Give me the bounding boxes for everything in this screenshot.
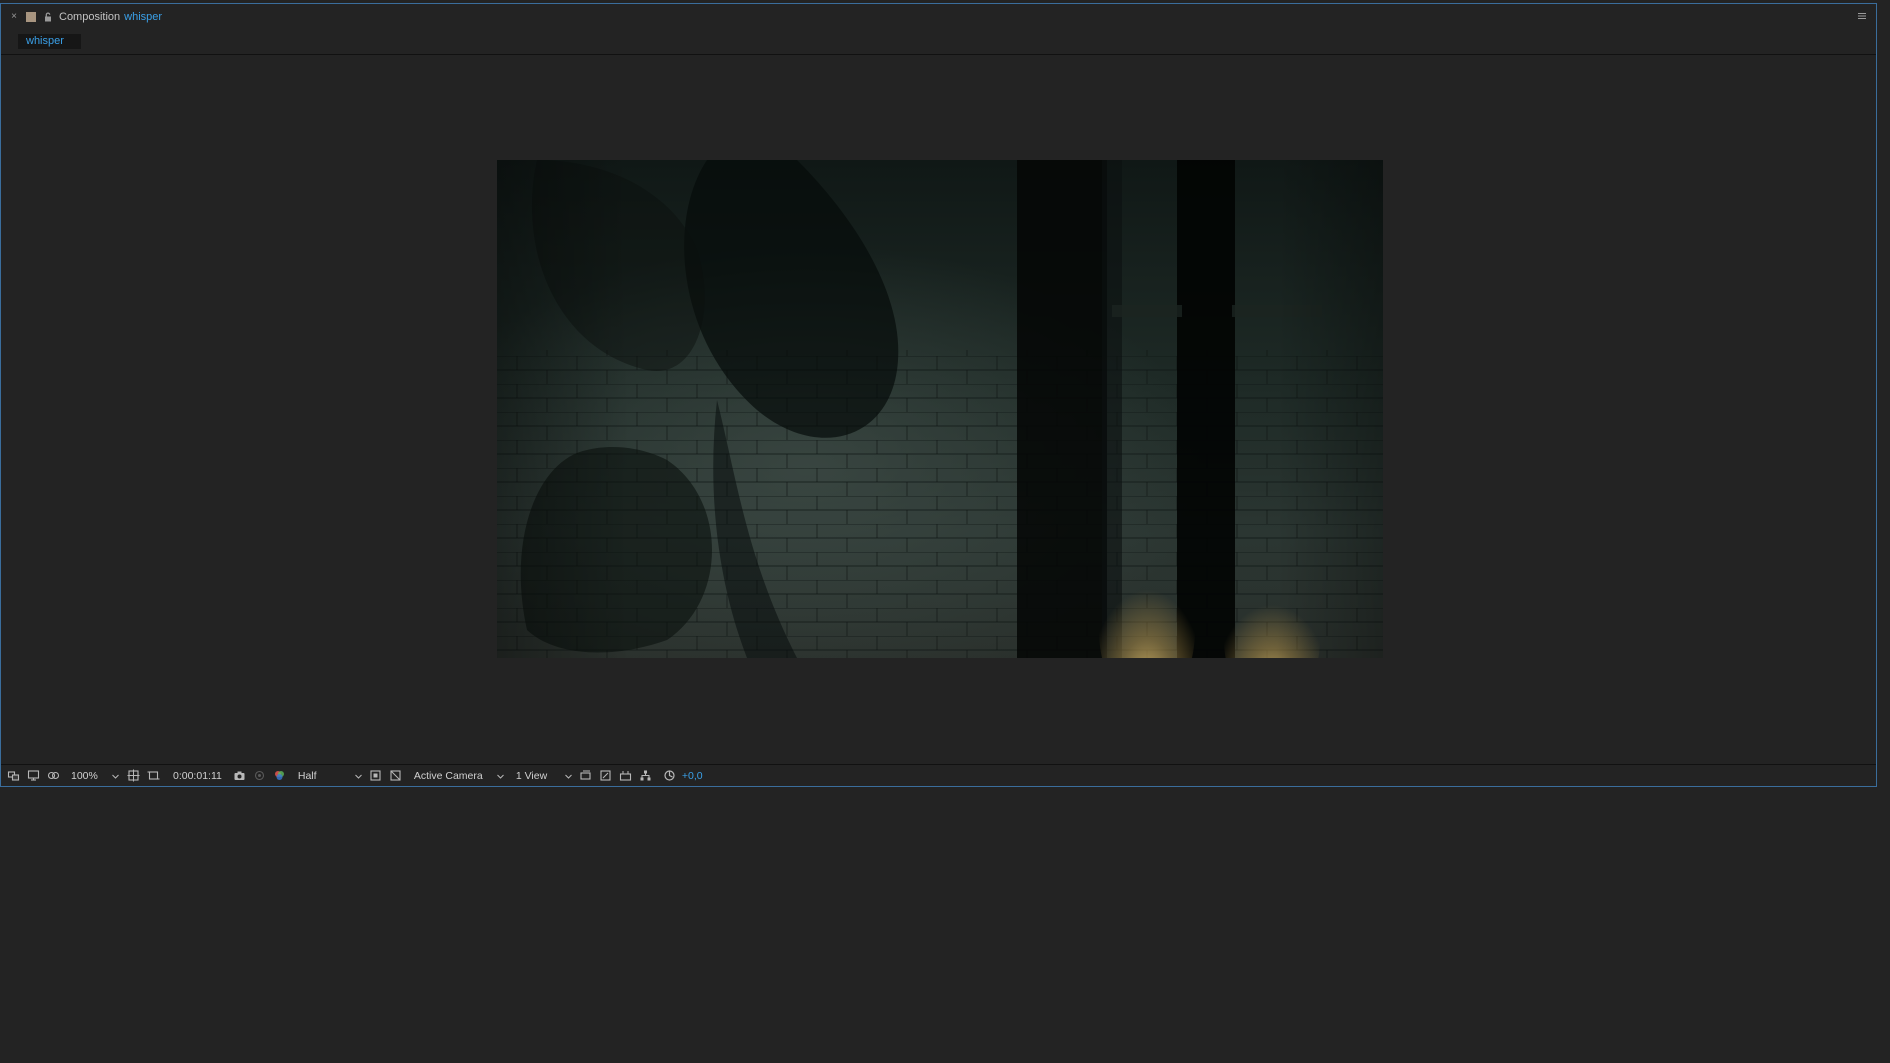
frame-image xyxy=(497,160,1383,658)
color-channel-icon[interactable] xyxy=(272,768,288,784)
tab-whisper[interactable]: whisper xyxy=(18,34,81,49)
reset-exposure-icon[interactable] xyxy=(662,768,678,784)
resolution-dropdown[interactable]: Half xyxy=(294,768,364,784)
view-layout-value: 1 View xyxy=(515,769,548,782)
draft-3d-icon[interactable] xyxy=(598,768,614,784)
monitor-icon[interactable] xyxy=(25,768,41,784)
choose-grid-icon[interactable] xyxy=(125,768,141,784)
composition-tab-bar: whisper xyxy=(1,30,1876,55)
fast-previews-icon[interactable] xyxy=(368,768,384,784)
show-snapshot-icon[interactable] xyxy=(252,768,268,784)
viewer-toolbar: 100% 0:00:01:11 Half Active Camera 1 Vie… xyxy=(1,764,1876,786)
hamburger-icon[interactable] xyxy=(1856,10,1868,22)
panel-title-label: Composition xyxy=(59,10,121,23)
flowchart-icon[interactable] xyxy=(638,768,654,784)
chevron-down-icon xyxy=(355,774,362,779)
label-color-swatch[interactable] xyxy=(26,11,36,22)
snapshot-icon[interactable] xyxy=(232,768,248,784)
composition-panel: × Composition whisper whisper 100% 0:00:… xyxy=(0,3,1877,787)
panel-comp-name[interactable]: whisper xyxy=(124,11,162,23)
empty-panel-area xyxy=(0,788,1890,1063)
composition-viewer[interactable] xyxy=(1,55,1876,766)
chevron-down-icon xyxy=(497,774,504,779)
app-window: × Composition whisper whisper 100% 0:00:… xyxy=(0,0,1890,1063)
exposure-value[interactable]: +0,0 xyxy=(682,770,703,782)
chevron-down-icon xyxy=(565,774,572,779)
timeline-icon[interactable] xyxy=(618,768,634,784)
magnification-value: 100% xyxy=(71,769,98,782)
composition-frame-preview[interactable] xyxy=(497,160,1383,658)
resolution-value: Half xyxy=(297,769,317,782)
lock-icon[interactable] xyxy=(42,11,54,23)
close-panel-button[interactable]: × xyxy=(7,11,21,22)
panel-header: × Composition whisper xyxy=(1,4,1876,29)
3d-view-icon[interactable] xyxy=(578,768,594,784)
mask-visibility-icon[interactable] xyxy=(45,768,61,784)
magnification-dropdown[interactable]: 100% xyxy=(67,768,121,784)
camera-view-dropdown[interactable]: Active Camera xyxy=(410,768,506,784)
camera-view-value: Active Camera xyxy=(413,769,483,782)
current-time-display[interactable]: 0:00:01:11 xyxy=(173,770,222,782)
view-layout-dropdown[interactable]: 1 View xyxy=(512,768,574,784)
chevron-down-icon xyxy=(112,774,119,779)
transparency-grid-icon[interactable] xyxy=(388,768,404,784)
always-preview-icon[interactable] xyxy=(5,768,21,784)
region-of-interest-icon[interactable] xyxy=(145,768,161,784)
